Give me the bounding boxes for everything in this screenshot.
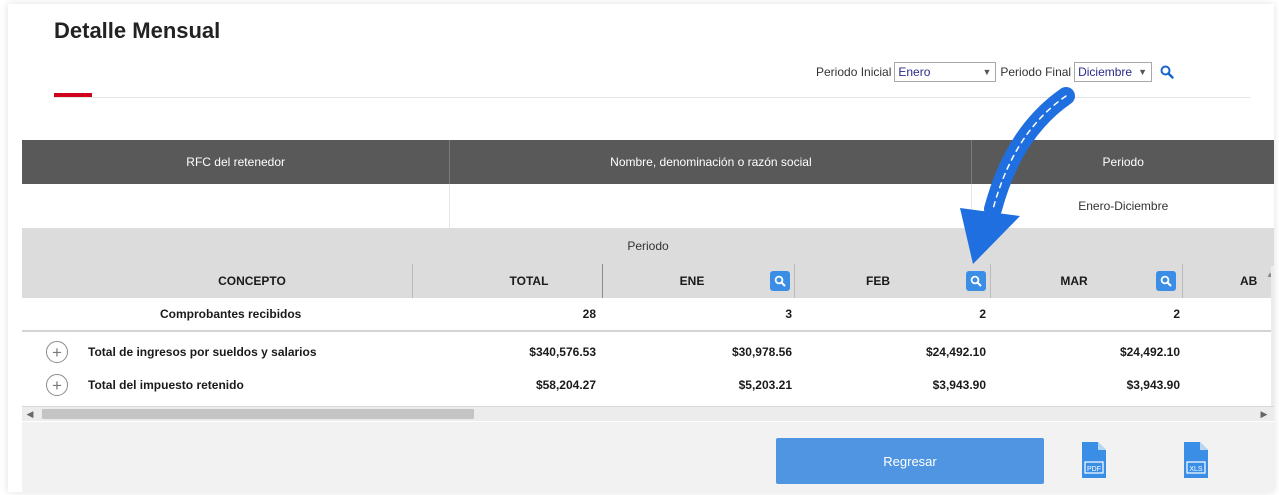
row-feb: 2: [979, 307, 986, 321]
cell-rfc: [22, 184, 451, 228]
ene-detail-button[interactable]: [770, 271, 790, 291]
column-divider: [412, 264, 413, 298]
header-periodo: Periodo: [1102, 155, 1144, 169]
column-divider: [794, 264, 795, 298]
row-total: 28: [582, 307, 596, 321]
col-total: TOTAL: [509, 274, 549, 288]
periodo-group-header: Periodo: [627, 239, 669, 253]
scroll-left-arrow[interactable]: ◀: [24, 407, 36, 421]
chevron-down-icon: ▼: [982, 67, 992, 77]
pdf-file-icon: PDF: [1082, 442, 1106, 478]
xls-file-label: XLS: [1189, 466, 1203, 473]
col-concepto: CONCEPTO: [218, 274, 286, 288]
table-row-ingresos: + Total de ingresos por sueldos y salari…: [22, 336, 1274, 368]
chevron-down-icon: ▼: [1138, 67, 1148, 77]
feb-detail-button[interactable]: [966, 271, 986, 291]
page-title: Detalle Mensual: [54, 18, 221, 43]
search-icon: [1160, 65, 1174, 79]
header-nombre: Nombre, denominación o razón social: [450, 140, 973, 184]
row-feb: $24,492.10: [925, 345, 986, 359]
table-row-impuesto: + Total del impuesto retenido $58,204.27…: [22, 369, 1274, 401]
xls-download-button[interactable]: XLS: [1182, 440, 1210, 480]
col-feb: FEB: [866, 274, 890, 288]
search-icon: [970, 275, 982, 287]
row-total: $58,204.27: [535, 378, 596, 392]
pdf-file-label: PDF: [1087, 466, 1101, 473]
periodo-final-label: Periodo Final: [1000, 65, 1072, 79]
footer-bar: Regresar PDF XLS: [22, 422, 1274, 492]
title-divider: [54, 97, 1250, 98]
row-total: $340,576.53: [529, 345, 596, 359]
row-concepto: Total del impuesto retenido: [88, 378, 244, 392]
table-row-comprobantes: Comprobantes recibidos 28 3 2 2: [22, 298, 1274, 332]
periodo-inicial-value: Enero: [898, 65, 931, 79]
row-ene: 3: [785, 307, 792, 321]
horizontal-scrollbar[interactable]: ◀ ▶: [22, 406, 1274, 421]
row-ene: $30,978.56: [731, 345, 792, 359]
col-ene: ENE: [679, 274, 705, 288]
periodo-final-select[interactable]: Diciembre ▼: [1074, 62, 1153, 82]
row-concepto: Total de ingresos por sueldos y salarios: [88, 345, 317, 359]
expand-plus-icon[interactable]: +: [46, 374, 68, 396]
column-divider: [602, 264, 603, 298]
row-mar: 2: [1173, 307, 1180, 321]
column-divider: [990, 264, 991, 298]
periodo-final-value: Diciembre: [1078, 65, 1133, 79]
expand-plus-icon[interactable]: +: [46, 341, 68, 363]
header-rfc: RFC del retenedor: [22, 140, 451, 184]
search-icon: [1160, 275, 1172, 287]
search-button[interactable]: [1158, 63, 1176, 81]
vertical-scrollbar[interactable]: [1271, 266, 1274, 406]
scrollbar-thumb[interactable]: [42, 409, 474, 419]
row-mar: $24,492.10: [1119, 345, 1180, 359]
row-ene: $5,203.21: [738, 378, 792, 392]
period-filters: Periodo Inicial Enero ▼ Periodo Final Di…: [816, 61, 1176, 83]
retenedor-table-header: RFC del retenedor Nombre, denominación o…: [22, 140, 1274, 184]
cell-nombre: [450, 184, 973, 228]
monthly-table-header: Periodo CONCEPTO TOTAL ENE FEB MAR AB ▲: [22, 228, 1274, 298]
regresar-button[interactable]: Regresar: [776, 438, 1044, 484]
col-mar: MAR: [1060, 274, 1088, 288]
search-icon: [774, 275, 786, 287]
scroll-right-arrow[interactable]: ▶: [1258, 407, 1270, 421]
row-mar: $3,943.90: [1126, 378, 1180, 392]
column-divider: [1182, 264, 1183, 298]
pdf-download-button[interactable]: PDF: [1080, 440, 1108, 480]
main-panel: Detalle Mensual Periodo Inicial Enero ▼ …: [8, 4, 1274, 492]
row-feb: $3,943.90: [932, 378, 986, 392]
periodo-inicial-select[interactable]: Enero ▼: [894, 62, 997, 82]
xls-file-icon: XLS: [1184, 442, 1208, 478]
periodo-inicial-label: Periodo Inicial: [816, 65, 892, 79]
retenedor-table-row: Enero-Diciembre: [22, 184, 1274, 229]
cell-periodo: Enero-Diciembre: [1078, 199, 1169, 213]
row-concepto: Comprobantes recibidos: [160, 307, 302, 321]
mar-detail-button[interactable]: [1156, 271, 1176, 291]
